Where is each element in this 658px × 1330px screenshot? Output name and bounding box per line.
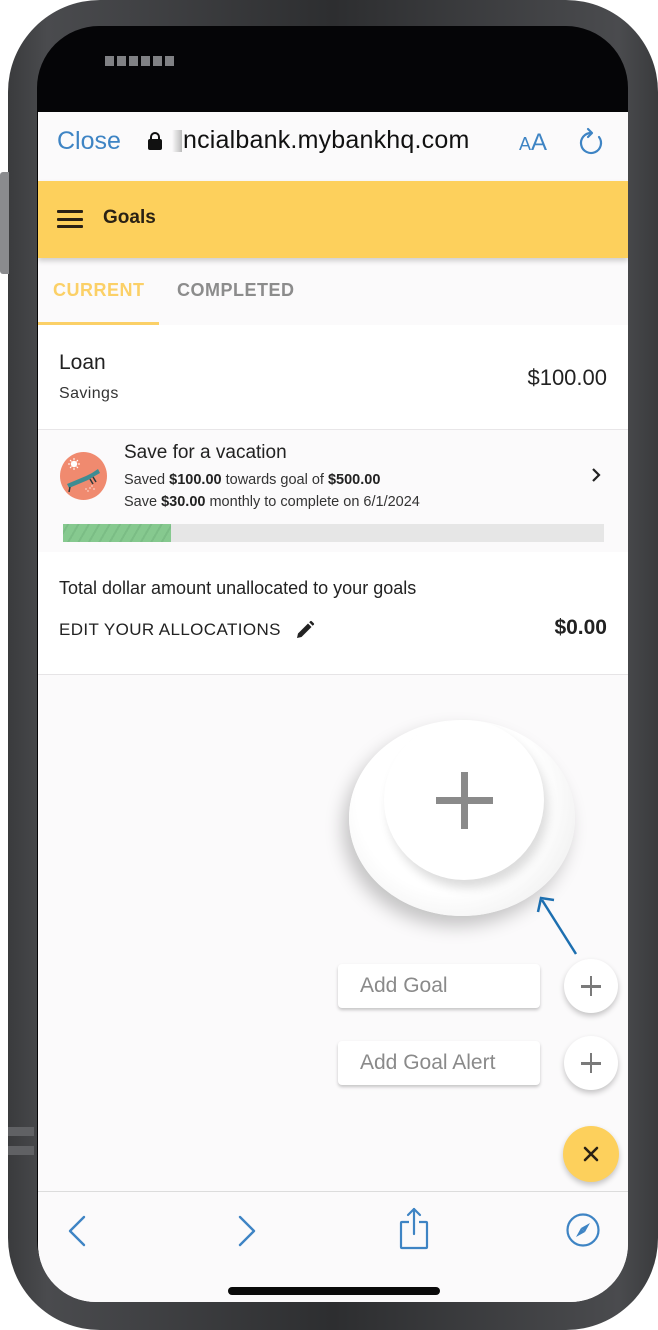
forward-icon[interactable]	[236, 1214, 258, 1248]
add-goal-label[interactable]: Add Goal	[338, 964, 540, 1008]
goal-saved-text: Saved $100.00 towards goal of $500.00	[124, 472, 381, 488]
share-icon[interactable]	[398, 1206, 430, 1250]
back-icon[interactable]	[66, 1214, 88, 1248]
phone-side-mark	[8, 1146, 34, 1155]
goal-monthly-text: Save $30.00 monthly to complete on 6/1/2…	[124, 494, 420, 510]
pencil-icon	[296, 620, 315, 638]
screen: Close ncialbank.mybankhq.com AA Goals CU…	[38, 112, 628, 1302]
tab-completed[interactable]: COMPLETED	[177, 280, 295, 301]
phone-speaker	[105, 56, 174, 66]
home-indicator[interactable]	[228, 1287, 440, 1295]
chevron-right-icon[interactable]	[589, 468, 603, 482]
phone-side-mark	[8, 1127, 34, 1136]
account-type: Savings	[59, 385, 119, 402]
plus-icon	[436, 772, 493, 829]
tab-bar: CURRENT COMPLETED	[38, 258, 628, 325]
beach-chair-icon	[60, 452, 107, 500]
account-name: Loan	[59, 351, 106, 374]
close-icon	[583, 1146, 599, 1162]
lock-icon	[148, 131, 162, 150]
goal-progress-fill	[63, 524, 172, 542]
url-fade	[172, 129, 182, 152]
goal-progress-bar	[63, 524, 604, 542]
reload-icon[interactable]	[578, 127, 604, 157]
unallocated-label: Total dollar amount unallocated to your …	[59, 578, 417, 598]
unallocated-amount: $0.00	[554, 616, 607, 639]
compass-icon[interactable]	[565, 1212, 601, 1248]
add-goal-alert-button[interactable]	[564, 1036, 618, 1090]
browser-toolbar	[38, 1191, 628, 1302]
edit-allocations-label: EDIT YOUR ALLOCATIONS	[59, 620, 281, 639]
annotation-arrow-icon	[536, 896, 578, 955]
account-card[interactable]: Loan Savings $100.00	[38, 325, 628, 430]
hamburger-menu-icon[interactable]	[57, 210, 83, 228]
text-size-button[interactable]: AA	[519, 129, 547, 157]
browser-bar: Close ncialbank.mybankhq.com AA	[38, 112, 628, 180]
phone-side-button	[0, 172, 9, 274]
tab-current[interactable]: CURRENT	[53, 280, 145, 301]
app-header: Goals	[38, 181, 628, 258]
close-button[interactable]: Close	[57, 127, 121, 156]
add-goal-alert-label[interactable]: Add Goal Alert	[338, 1041, 540, 1085]
goal-list-item[interactable]: Save for a vacation Saved $100.00 toward…	[38, 430, 628, 552]
page-title: Goals	[103, 207, 156, 228]
address-bar[interactable]: ncialbank.mybankhq.com	[148, 126, 470, 155]
unallocated-section: Total dollar amount unallocated to your …	[38, 552, 628, 675]
add-goal-button[interactable]	[564, 959, 618, 1013]
goal-title: Save for a vacation	[124, 442, 287, 463]
close-speed-dial-button[interactable]	[563, 1126, 619, 1182]
edit-allocations-button[interactable]: EDIT YOUR ALLOCATIONS	[59, 620, 315, 640]
url-text: ncialbank.mybankhq.com	[183, 126, 470, 154]
account-amount: $100.00	[527, 365, 607, 390]
